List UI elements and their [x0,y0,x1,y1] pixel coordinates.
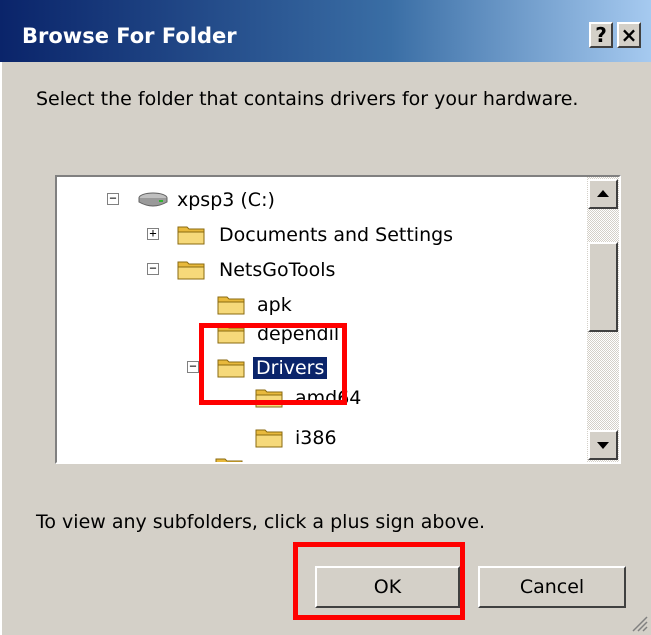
tree-node-label: NetsGoTools [219,259,336,281]
tree-node-dependencies[interactable]: dependil [217,319,417,349]
tree-node-amd64[interactable]: amd64 [255,383,455,413]
tree-node-drive[interactable]: − xpsp3 (C:) [107,185,407,215]
folder-icon [217,293,245,315]
tree-node-documents-and-settings[interactable]: + Documents and Settings [147,220,567,250]
tree-node-label: i386 [295,427,337,449]
arrow-down-icon [597,442,609,449]
tree-node-i386[interactable]: i386 [255,423,455,453]
tree-node-label: xpsp3 (C:) [177,189,275,211]
resize-grip-icon[interactable] [629,613,649,633]
vertical-scrollbar[interactable] [587,177,619,462]
tree-node-label: Documents and Settings [219,224,454,246]
tree-node-label-selected: Drivers [253,357,328,379]
tree-node-label: dependil [257,323,340,345]
folder-icon [215,455,243,462]
tree-content: − xpsp3 (C:) + Documents and Settings − … [57,177,587,462]
cancel-button[interactable]: Cancel [478,566,626,608]
expand-icon[interactable]: + [147,227,159,240]
collapse-icon[interactable]: − [147,262,159,275]
folder-tree[interactable]: − xpsp3 (C:) + Documents and Settings − … [55,175,621,464]
footer-hint-text: To view any subfolders, click a plus sig… [36,511,486,533]
tree-node-netsgotools[interactable]: − NetsGoTools [147,255,447,285]
folder-icon [177,223,205,245]
tree-node-label: apk [257,294,292,316]
arrow-up-icon [597,190,609,197]
instruction-text: Select the folder that contains drivers … [36,88,579,110]
ok-button[interactable]: OK [315,566,460,608]
folder-icon [255,426,283,448]
folder-icon [217,322,245,344]
folder-icon [217,356,245,378]
close-button[interactable]: × [617,22,641,48]
collapse-icon[interactable]: − [187,360,199,373]
folder-icon [255,386,283,408]
scroll-up-button[interactable] [588,179,618,209]
collapse-icon[interactable]: − [107,192,119,205]
scroll-thumb[interactable] [588,242,618,332]
title-bar[interactable]: Browse For Folder ? × [0,0,651,62]
tree-node-label: amd64 [295,387,362,409]
tree-node-apk[interactable]: apk [217,290,417,320]
tree-node-drivers[interactable]: − Drivers [187,353,407,383]
scroll-down-button[interactable] [588,430,618,460]
window-title: Browse For Folder [22,24,237,48]
folder-icon [177,258,205,280]
drive-icon [137,190,169,208]
help-button[interactable]: ? [589,22,613,48]
